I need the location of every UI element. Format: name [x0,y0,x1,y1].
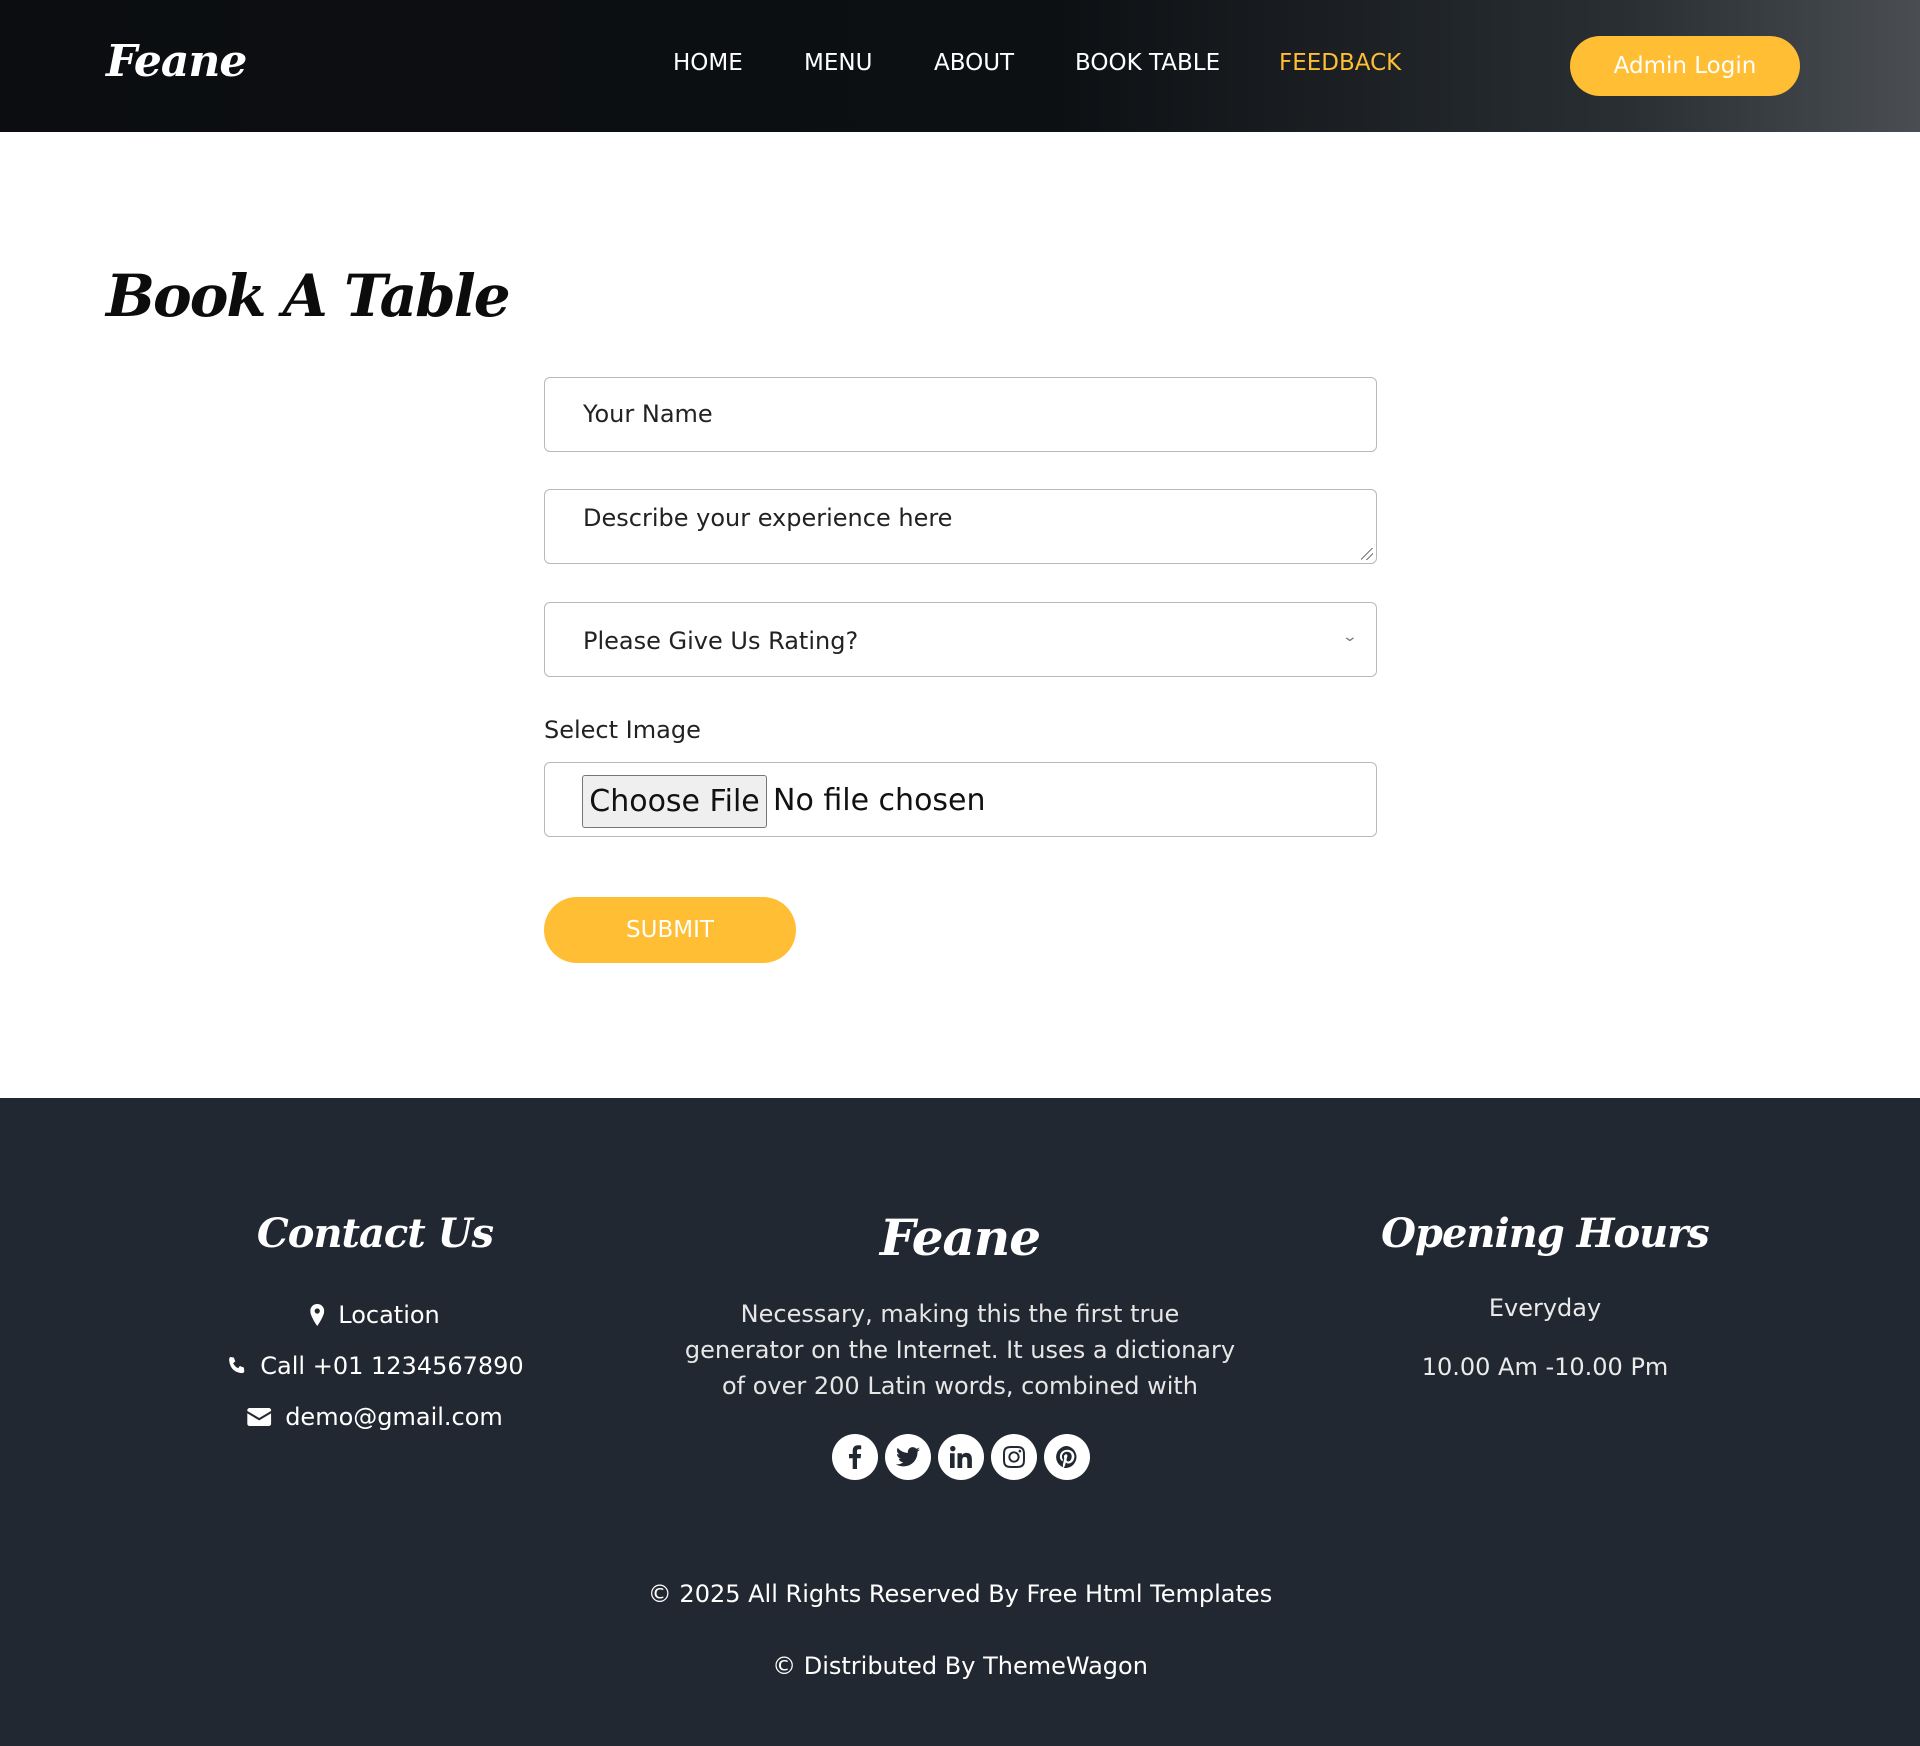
rating-select[interactable]: Please Give Us Rating? ⌄ [544,602,1377,677]
copyright-text: © 2025 All Rights Reserved By Free Html … [647,1580,1273,1608]
choose-file-button[interactable]: Choose File [582,775,767,828]
experience-textarea[interactable]: Describe your experience here [544,489,1377,564]
name-placeholder: Your Name [583,400,713,428]
experience-placeholder: Describe your experience here [583,504,953,532]
contact-email[interactable]: demo@gmail.com [247,1403,503,1431]
opening-hours-title: Opening Hours [1381,1210,1710,1257]
admin-login-button[interactable]: Admin Login [1570,36,1800,96]
brand-logo[interactable]: Feane [106,36,247,87]
contact-email-text: demo@gmail.com [285,1403,503,1431]
submit-button[interactable]: SUBMIT [544,897,796,963]
location-pin-icon [310,1304,325,1326]
hours-time: 10.00 Am -10.00 Pm [1421,1353,1669,1381]
nav-feedback[interactable]: FEEDBACK [1279,50,1401,76]
nav-about[interactable]: ABOUT [934,50,1014,76]
instagram-icon[interactable] [991,1434,1037,1480]
nav-menu[interactable]: MENU [804,50,872,76]
social-links [832,1434,1090,1480]
contact-title: Contact Us [256,1210,494,1257]
resize-grip-icon[interactable] [1361,548,1373,560]
image-file-input[interactable]: Choose File No file chosen [544,762,1377,837]
name-input[interactable]: Your Name [544,377,1377,452]
contact-location-text: Location [338,1301,440,1329]
envelope-icon [247,1408,272,1426]
facebook-icon[interactable] [832,1434,878,1480]
distributed-by-text: © Distributed By ThemeWagon [772,1652,1148,1680]
page-title: Book A Table [106,262,511,330]
nav-home[interactable]: HOME [673,50,743,76]
contact-phone[interactable]: Call +01 1234567890 [226,1352,524,1380]
linkedin-icon[interactable] [938,1434,984,1480]
site-header: Feane HOME MENU ABOUT BOOK TABLE FEEDBAC… [0,0,1920,132]
twitter-icon[interactable] [885,1434,931,1480]
phone-icon [229,1357,245,1374]
contact-location[interactable]: Location [310,1301,440,1329]
site-footer: Contact Us Location Call +01 1234567890 … [0,1098,1920,1746]
select-image-label: Select Image [544,716,701,744]
hours-days: Everyday [1488,1294,1602,1322]
nav-book-table[interactable]: BOOK TABLE [1075,50,1220,76]
chevron-down-icon: ⌄ [1341,629,1359,645]
contact-phone-text: Call +01 1234567890 [260,1352,524,1380]
pinterest-icon[interactable] [1044,1434,1090,1480]
rating-selected-value: Please Give Us Rating? [583,627,859,655]
footer-brand[interactable]: Feane [880,1208,1041,1267]
file-status: No file chosen [773,783,986,818]
footer-about-text: Necessary, making this the first true ge… [684,1300,1236,1400]
